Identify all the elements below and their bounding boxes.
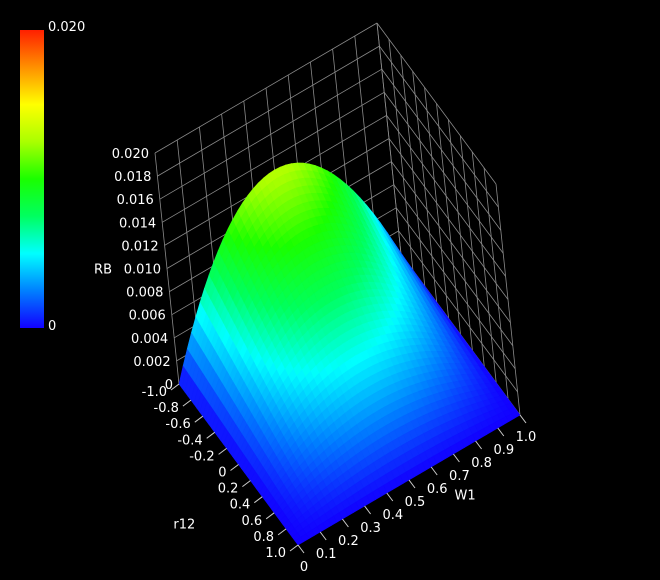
- y-tick-label: 0.8: [471, 456, 492, 471]
- y-tick-label: 0.6: [427, 482, 448, 497]
- z-tick-label: 0.012: [121, 239, 158, 254]
- colorbar-min-label: 0: [48, 319, 57, 334]
- x-tick-label: -1.0: [142, 385, 167, 400]
- x-tick-label: -0.6: [165, 417, 190, 432]
- grid-line: [412, 71, 438, 303]
- x-tick-mark: [182, 399, 192, 407]
- x-tick-label: -0.2: [189, 449, 214, 464]
- y-tick-mark: [452, 453, 460, 463]
- x-tick-label: -0.8: [154, 401, 179, 416]
- y-tick-mark: [408, 479, 416, 489]
- x-tick-label: 0: [218, 466, 226, 481]
- x-tick-label: 0.6: [242, 514, 263, 529]
- colorbar-max-label: 0.020: [48, 20, 86, 35]
- y-tick-label: 1.0: [516, 430, 537, 445]
- z-tick-label: 0.014: [119, 216, 156, 231]
- x-tick-mark: [206, 431, 215, 439]
- x-tick-mark: [218, 447, 227, 455]
- x-tick-mark: [242, 480, 251, 488]
- grid-line: [388, 39, 414, 271]
- z-axis-label: RB: [94, 263, 112, 278]
- x-axis-label: r12: [173, 518, 195, 533]
- y-tick-mark: [475, 440, 483, 450]
- x-tick-mark: [194, 415, 204, 423]
- y-tick-label: 0.4: [382, 508, 403, 523]
- x-tick-mark: [289, 544, 299, 552]
- x-tick-mark: [230, 464, 239, 471]
- grid-line: [154, 22, 378, 154]
- y-tick-mark: [519, 414, 527, 424]
- y-tick-mark: [386, 492, 394, 502]
- z-tick-label: 0.010: [124, 263, 161, 278]
- x-tick-mark: [265, 512, 275, 520]
- surface-plot: 0 0.002 0.004 0.006 0.008 0.010 0.012 0.014 0.01…: [94, 22, 537, 575]
- grid-line: [383, 92, 504, 254]
- x-tick-label: -0.4: [177, 433, 202, 448]
- colorbar: [20, 30, 44, 328]
- grid-line: [386, 115, 506, 277]
- x-tick-mark: [277, 528, 287, 536]
- y-tick-label: 0.2: [338, 534, 359, 549]
- x-tick-label: 1.0: [265, 546, 286, 561]
- x-tick-label: 0.4: [230, 498, 251, 513]
- y-tick-mark: [319, 531, 327, 541]
- z-tick-label: 0.002: [133, 355, 170, 370]
- grid-line: [376, 22, 402, 255]
- grid-line: [376, 22, 497, 185]
- x-tick-label: 0.8: [253, 530, 274, 545]
- y-tick-mark: [341, 518, 349, 528]
- x-tick-mark: [254, 496, 263, 504]
- grid-line: [381, 68, 502, 231]
- grid-line: [400, 55, 426, 287]
- x-tick-label: 0.2: [218, 482, 239, 497]
- y-tick-mark: [497, 427, 505, 437]
- y-tick-mark: [364, 505, 372, 515]
- grid-line: [424, 87, 449, 319]
- y-tick-label: 0: [300, 560, 308, 575]
- z-tick-label: 0.020: [112, 147, 149, 162]
- y-tick-mark: [297, 544, 305, 554]
- grid-line: [379, 45, 499, 208]
- y-tick-label: 0.9: [493, 443, 514, 458]
- z-tick-label: 0.018: [114, 170, 151, 185]
- z-tick-label: 0.006: [129, 309, 166, 324]
- y-tick-label: 0.1: [316, 547, 337, 562]
- z-tick-label: 0.008: [126, 286, 163, 301]
- z-tick-label: 0.004: [131, 332, 168, 347]
- y-tick-label: 0.3: [360, 521, 381, 536]
- y-tick-label: 0.5: [405, 495, 426, 510]
- y-tick-label: 0.7: [449, 469, 470, 484]
- y-tick-mark: [430, 466, 438, 476]
- grid-line: [157, 45, 380, 177]
- y-axis-label: W1: [455, 489, 476, 504]
- z-tick-label: 0.016: [117, 193, 154, 208]
